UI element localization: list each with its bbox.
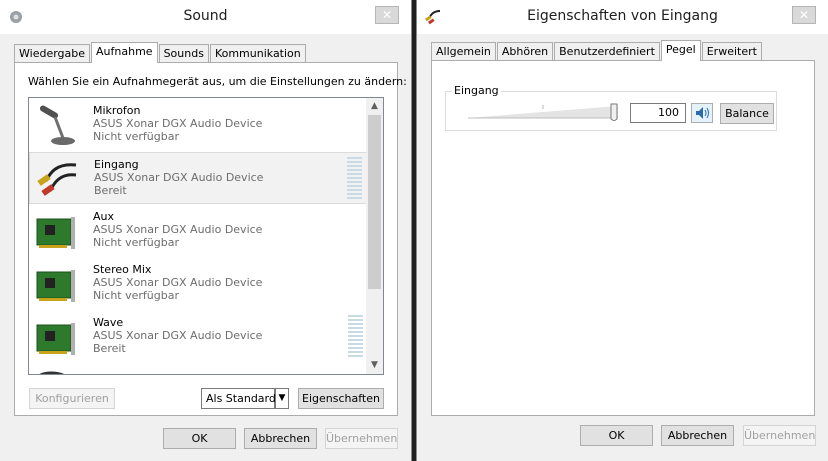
- device-status: Bereit: [94, 184, 127, 197]
- tab-general[interactable]: Allgemein: [431, 42, 496, 60]
- device-description: ASUS Xonar DGX Audio Device: [93, 117, 263, 130]
- set-default-dropdown-icon[interactable]: ▼: [275, 388, 289, 409]
- title-bar[interactable]: Sound ✕: [0, 0, 411, 34]
- scroll-thumb[interactable]: [368, 115, 381, 289]
- cancel-button[interactable]: Abbrechen: [661, 425, 734, 446]
- scroll-down-icon[interactable]: ▼: [366, 357, 383, 374]
- device-description: ASUS Xonar DGX Audio Device: [93, 276, 263, 289]
- tab-listen[interactable]: Abhören: [496, 42, 554, 60]
- sound-window: Sound ✕ Wiedergabe Aufnahme Sounds Kommu…: [0, 0, 412, 461]
- device-list[interactable]: Mikrofon ASUS Xonar DGX Audio Device Nic…: [28, 97, 384, 375]
- device-status: Nicht verfügbar: [93, 130, 179, 143]
- device-item-line-in[interactable]: Eingang ASUS Xonar DGX Audio Device Bere…: [29, 152, 367, 204]
- level-meter: [348, 315, 363, 359]
- tab-custom[interactable]: Benutzerdefiniert: [554, 42, 660, 60]
- title-bar[interactable]: Eigenschaften von Eingang ✕: [417, 0, 828, 34]
- set-default-button[interactable]: Als Standard: [201, 388, 276, 409]
- device-item-microphone[interactable]: Mikrofon ASUS Xonar DGX Audio Device Nic…: [29, 99, 367, 151]
- scroll-up-icon[interactable]: ▲: [366, 98, 383, 115]
- properties-window: Eigenschaften von Eingang ✕ Allgemein Ab…: [416, 0, 828, 461]
- rca-cable-icon: [36, 159, 78, 201]
- levels-panel: Eingang 100 Balance: [431, 60, 815, 416]
- apply-button[interactable]: Übernehmen: [325, 428, 398, 449]
- device-name: Aux: [93, 210, 115, 223]
- ok-button[interactable]: OK: [580, 425, 653, 446]
- tab-sounds[interactable]: Sounds: [158, 44, 209, 62]
- tab-communication[interactable]: Kommunikation: [209, 44, 306, 62]
- microphone-icon: [35, 105, 77, 147]
- sound-card-icon: [35, 317, 77, 359]
- device-description: ASUS Xonar DGX Audio Device: [93, 329, 263, 342]
- device-description: ASUS Xonar DGX Audio Device: [94, 171, 264, 184]
- properties-button[interactable]: Eigenschaften: [298, 388, 384, 409]
- instruction-text: Wählen Sie ein Aufnahmegerät aus, um die…: [28, 75, 407, 88]
- device-name: Wave: [93, 316, 124, 329]
- tab-strip: Allgemein Abhören Benutzerdefiniert Pege…: [431, 40, 763, 61]
- tab-playback[interactable]: Wiedergabe: [14, 44, 91, 62]
- device-name: Eingang: [94, 158, 139, 171]
- tab-recording[interactable]: Aufnahme: [91, 42, 158, 63]
- cancel-button[interactable]: Abbrechen: [244, 428, 317, 449]
- device-item-aux[interactable]: Aux ASUS Xonar DGX Audio Device Nicht ve…: [29, 205, 367, 257]
- tab-advanced[interactable]: Erweitert: [701, 42, 762, 60]
- window-title: Sound: [183, 8, 228, 24]
- recording-panel: Wählen Sie ein Aufnahmegerät aus, um die…: [14, 62, 407, 416]
- device-description: ASUS Xonar DGX Audio Device: [93, 223, 263, 236]
- close-button[interactable]: ✕: [792, 6, 816, 24]
- ok-button[interactable]: OK: [163, 428, 236, 449]
- device-status: Nicht verfügbar: [93, 236, 179, 249]
- device-item-wave[interactable]: Wave ASUS Xonar DGX Audio Device Bereit: [29, 311, 367, 363]
- window-title: Eigenschaften von Eingang: [527, 8, 718, 24]
- speaker-mute-icon[interactable]: [691, 103, 713, 123]
- volume-input[interactable]: 100: [630, 103, 686, 123]
- device-status: Nicht verfügbar: [93, 289, 179, 302]
- tab-strip: Wiedergabe Aufnahme Sounds Kommunikation: [14, 42, 307, 63]
- sound-card-icon: [35, 211, 77, 253]
- configure-button[interactable]: Konfigurieren: [29, 388, 115, 409]
- balance-button[interactable]: Balance: [720, 103, 774, 124]
- volume-slider[interactable]: [468, 103, 618, 122]
- level-group: Eingang 100 Balance: [445, 84, 777, 131]
- device-icon: [35, 370, 77, 374]
- scrollbar[interactable]: ▲ ▼: [366, 98, 383, 374]
- device-item-stereo-mix[interactable]: Stereo Mix ASUS Xonar DGX Audio Device N…: [29, 258, 367, 310]
- device-name: Stereo Mix: [93, 263, 152, 276]
- level-meter: [347, 157, 362, 201]
- group-label: Eingang: [452, 84, 501, 97]
- tab-levels[interactable]: Pegel: [660, 40, 701, 61]
- device-name: Mikrofon: [93, 104, 141, 117]
- device-item-partial[interactable]: [29, 364, 367, 374]
- apply-button[interactable]: Übernehmen: [743, 425, 816, 446]
- close-button[interactable]: ✕: [375, 6, 399, 24]
- device-status: Bereit: [93, 342, 126, 355]
- sound-card-icon: [35, 264, 77, 306]
